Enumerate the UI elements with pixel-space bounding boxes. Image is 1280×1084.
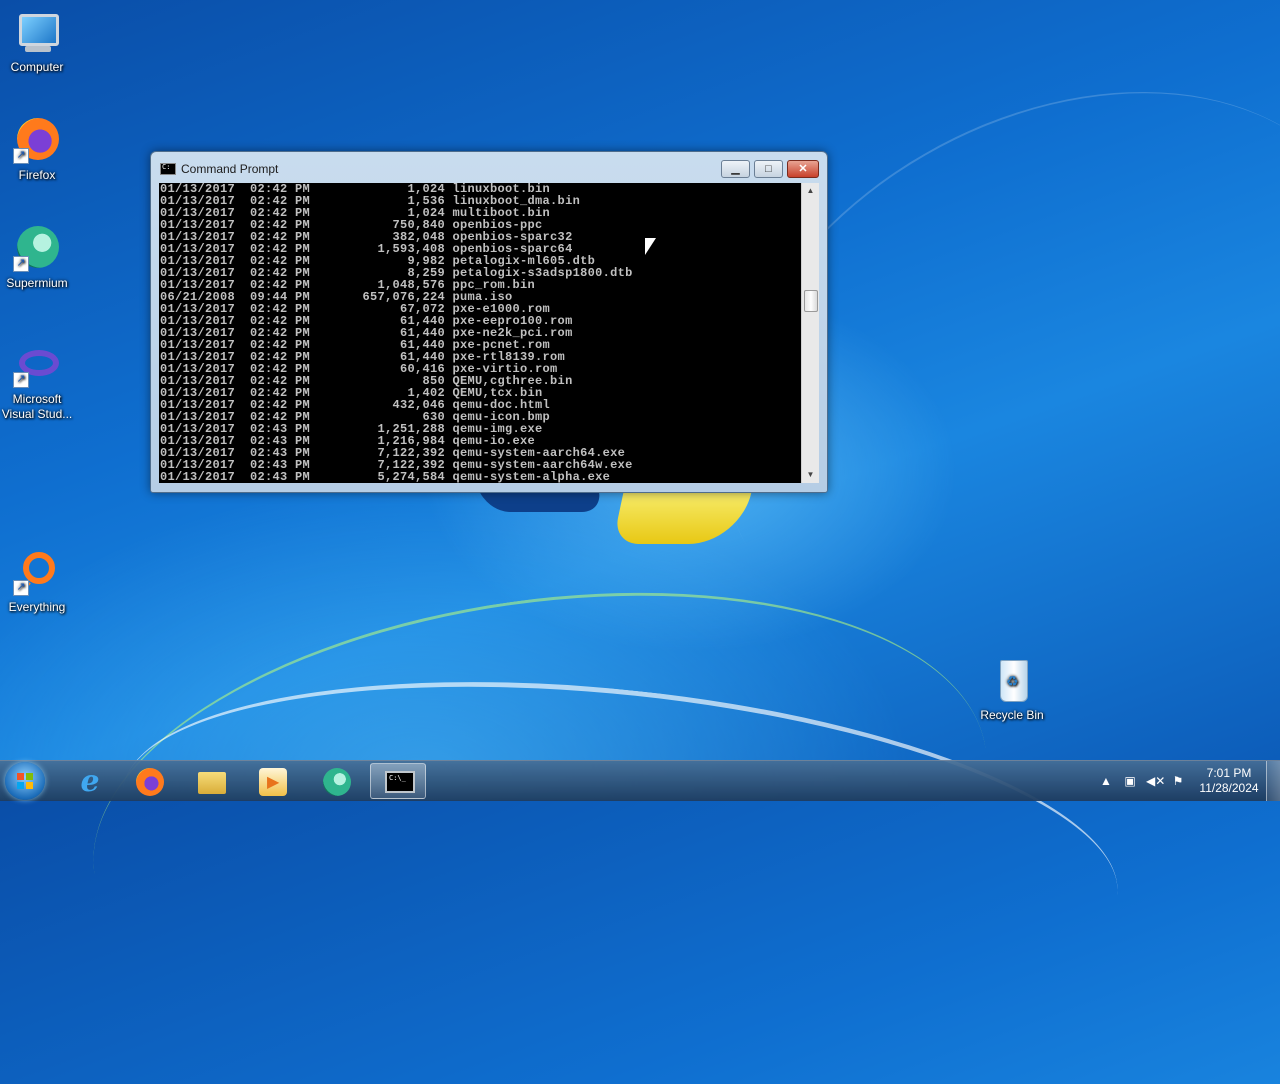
console-line: 01/13/2017 02:43 PM 5,274,584 qemu-syste… — [160, 470, 611, 483]
recycle-bin-icon — [988, 656, 1036, 704]
volume-muted-icon[interactable]: ◀✕ — [1146, 773, 1165, 789]
maximize-button[interactable]: □ — [754, 160, 783, 178]
command-prompt-icon[interactable] — [160, 163, 176, 175]
system-clock[interactable]: 7:01 PM 11/28/2024 — [1196, 766, 1262, 796]
clock-date: 11/28/2024 — [1199, 781, 1259, 795]
start-button[interactable] — [5, 762, 45, 800]
clock-time: 7:01 PM — [1206, 766, 1252, 780]
desktop-icon-label: Recycle Bin — [980, 708, 1044, 722]
desktop-icon-visual-studio[interactable]: ↗ Microsoft Visual Stud... — [0, 340, 75, 422]
internet-explorer-icon: e — [80, 764, 100, 799]
vertical-scrollbar[interactable]: ▲ ▼ — [801, 183, 819, 483]
firefox-icon: ↗ — [13, 116, 61, 164]
desktop-icon-recycle-bin[interactable]: Recycle Bin — [974, 656, 1050, 723]
media-player-icon — [259, 768, 287, 796]
windows-logo-icon — [17, 773, 33, 789]
scroll-down-arrow-icon[interactable]: ▼ — [802, 467, 819, 483]
shortcut-arrow-icon: ↗ — [13, 372, 29, 388]
taskbar-command-prompt[interactable] — [370, 763, 426, 799]
taskbar: e ▲ ▣ ◀✕ ⚑ 7:01 PM 11/28/2024 — [0, 760, 1280, 801]
action-center-flag-icon[interactable]: ⚑ — [1170, 773, 1186, 789]
desktop-icon-computer[interactable]: Computer — [0, 8, 75, 75]
desktop-icon-label: Everything — [8, 600, 66, 614]
firefox-icon — [136, 768, 164, 796]
scroll-up-arrow-icon[interactable]: ▲ — [802, 183, 819, 199]
scrollbar-thumb[interactable] — [804, 290, 818, 312]
minimize-button[interactable]: ▁ — [721, 160, 750, 178]
folder-icon — [198, 772, 226, 794]
taskbar-media-player[interactable] — [245, 763, 301, 799]
desktop-icon-label: Firefox — [18, 168, 56, 182]
visual-studio-icon: ↗ — [13, 340, 61, 388]
shortcut-arrow-icon: ↗ — [13, 580, 29, 596]
supermium-icon: ↗ — [13, 224, 61, 272]
close-button[interactable]: ✕ — [787, 160, 819, 178]
taskbar-supermium[interactable] — [309, 763, 365, 799]
supermium-icon — [323, 768, 351, 796]
desktop-icon-everything[interactable]: ↗ Everything — [0, 548, 75, 615]
command-prompt-window[interactable]: Command Prompt ▁ □ ✕ 01/13/2017 02:42 PM… — [150, 151, 828, 493]
desktop-icon-firefox[interactable]: ↗ Firefox — [0, 116, 75, 183]
window-titlebar[interactable]: Command Prompt ▁ □ ✕ — [151, 152, 827, 182]
shortcut-arrow-icon: ↗ — [13, 256, 29, 272]
chevron-up-icon[interactable]: ▲ — [1098, 773, 1114, 789]
desktop-icon-supermium[interactable]: ↗ Supermium — [0, 224, 75, 291]
wallpaper-logo-shape — [612, 492, 752, 544]
taskbar-internet-explorer[interactable]: e — [62, 763, 118, 799]
computer-icon — [13, 8, 61, 56]
command-prompt-icon — [385, 771, 415, 793]
show-desktop-button[interactable] — [1266, 761, 1280, 801]
close-icon: ✕ — [798, 163, 808, 175]
everything-search-icon: ↗ — [13, 548, 61, 596]
shortcut-arrow-icon: ↗ — [13, 148, 29, 164]
maximize-icon: □ — [765, 163, 772, 175]
network-icon[interactable]: ▣ — [1122, 773, 1138, 789]
console-output[interactable]: 01/13/2017 02:42 PM 1,024 linuxboot.bin … — [159, 183, 801, 483]
window-title: Command Prompt — [181, 162, 279, 176]
taskbar-firefox[interactable] — [122, 763, 178, 799]
taskbar-file-explorer[interactable] — [184, 763, 240, 799]
desktop-icon-label: Microsoft Visual Stud... — [1, 392, 73, 421]
mouse-pointer-icon — [645, 238, 656, 255]
desktop-icon-label: Supermium — [6, 276, 68, 290]
minimize-icon: ▁ — [731, 163, 740, 175]
desktop-icon-label: Computer — [10, 60, 64, 74]
console-text: 01/13/2017 02:42 PM 1,024 linuxboot.bin … — [159, 183, 801, 483]
